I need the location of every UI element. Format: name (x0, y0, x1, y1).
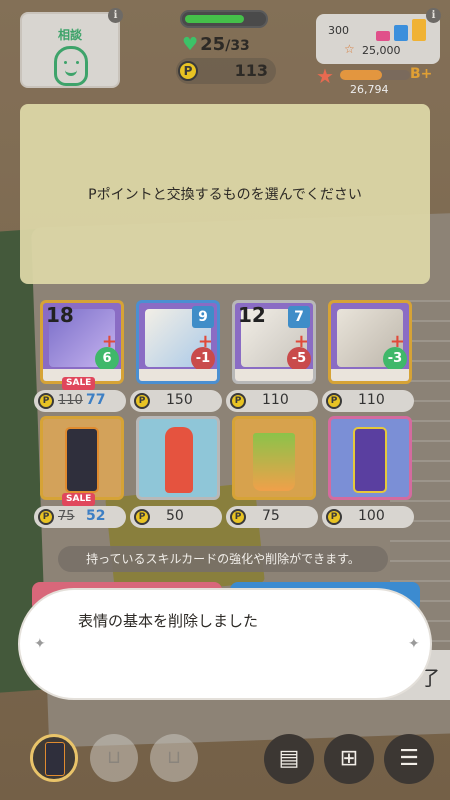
price-sale: 77 (86, 392, 106, 408)
document-button[interactable]: ▤ (264, 734, 314, 784)
p-coin-icon: P (134, 393, 150, 409)
card-gem: 7 (288, 306, 310, 328)
item-bag-button[interactable]: ⊞ (324, 734, 374, 784)
toast-message: 表情の基本を削除しました ✦ ✦ (18, 588, 432, 700)
price-row: P 50 (130, 506, 222, 528)
price: 50 (166, 508, 184, 524)
card-label: 18 (46, 303, 74, 327)
price-row: P 110 (322, 390, 414, 412)
price-old: 110 (58, 393, 83, 408)
skill-card: + -3 (328, 300, 412, 384)
skill-card: 12 7 + -5 (232, 300, 316, 384)
hint-bar: 持っているスキルカードの強化や削除ができます。 (58, 546, 388, 572)
rank-badge: B+ (410, 66, 433, 82)
price-row: P 110 77 (34, 390, 126, 412)
cup-icon: ⊔ (166, 747, 182, 768)
p-point-counter: P 113 (176, 58, 276, 84)
toast-text: 表情の基本を削除しました (78, 612, 259, 630)
skill-card: 18 + 6 (40, 300, 124, 384)
shop-item-drink-3[interactable]: P 75 (226, 416, 318, 528)
p-coin-icon: P (134, 509, 150, 525)
price: 110 (262, 392, 289, 408)
drink-item (328, 416, 412, 500)
drink-item (40, 416, 124, 500)
price: 75 (262, 508, 280, 524)
sparkle-icon: ✦ (34, 636, 46, 652)
smile-face-icon (54, 46, 88, 86)
price: 110 (358, 392, 385, 408)
shop-item-drink-2[interactable]: P 50 (130, 416, 222, 528)
stamina-max: /33 (225, 38, 250, 54)
price: 100 (358, 508, 385, 524)
bag-icon: ⊞ (339, 746, 359, 771)
shop-item-drink-1[interactable]: SALE P 75 52 (34, 416, 126, 528)
prompt-panel: Pポイントと交換するものを選んでください (20, 104, 430, 284)
drink-item (232, 416, 316, 500)
can-icon (45, 742, 65, 776)
drink-slot-3[interactable]: ⊔ (150, 734, 198, 782)
card-label: 12 (238, 303, 266, 327)
fan-count: 25,000 (362, 44, 401, 57)
card-modifier: -1 (191, 347, 215, 371)
price-row: P 110 (226, 390, 318, 412)
rank-fill (340, 70, 382, 80)
lightning-can-icon (353, 427, 387, 493)
skill-card: 9 + -1 (136, 300, 220, 384)
menu-button[interactable]: ☰ (384, 734, 434, 784)
menu-icon: ☰ (399, 746, 419, 771)
price-old: 75 (58, 509, 75, 524)
consult-label: 相談 (57, 28, 82, 42)
price: 150 (166, 392, 193, 408)
info-icon[interactable]: i (108, 8, 123, 23)
p-coin-icon: P (230, 393, 246, 409)
shop-item-card-2[interactable]: 9 + -1 P 150 (130, 300, 222, 412)
p-coin-icon: P (326, 393, 342, 409)
shop-item-card-4[interactable]: + -3 P 110 (322, 300, 414, 412)
p-coin-icon: P (38, 393, 54, 409)
p-coin-icon: P (326, 509, 342, 525)
stamina-fill (185, 15, 245, 23)
rank-bar (340, 70, 410, 80)
price-row: P 75 (226, 506, 318, 528)
p-point-value: 113 (234, 61, 268, 80)
cup-icon: ⊔ (106, 747, 122, 768)
idol-stats-box[interactable]: 300 ☆ 25,000 i (316, 8, 441, 64)
sparkle-icon: ✦ (408, 636, 420, 652)
card-modifier: -5 (287, 347, 311, 371)
document-icon: ▤ (278, 746, 300, 771)
sale-tag: SALE (62, 377, 96, 390)
price-row: P 150 (130, 390, 222, 412)
price-row: P 75 52 (34, 506, 126, 528)
card-modifier: -3 (383, 347, 407, 371)
fan-star-icon: ☆ (344, 42, 355, 56)
stats-bars-icon (376, 19, 428, 41)
price-sale: 52 (86, 508, 106, 524)
can-icon (65, 427, 99, 493)
rank-points: 26,794 (350, 83, 389, 96)
prompt-text: Pポイントと交換するものを選んでください (88, 187, 362, 203)
p-coin-icon: P (178, 61, 198, 81)
shop-item-card-1[interactable]: 18 + 6 SALE P 110 77 (34, 300, 126, 412)
heart-icon: ♥ (182, 34, 199, 55)
drink-slot-2[interactable]: ⊔ (90, 734, 138, 782)
p-coin-icon: P (38, 509, 54, 525)
bottle-icon (165, 427, 193, 493)
stamina-current: 25 (200, 34, 226, 55)
stamina-bar (180, 10, 268, 28)
rank-star-icon: ★ (316, 64, 334, 88)
sale-tag: SALE (62, 493, 96, 506)
price-row: P 100 (322, 506, 414, 528)
card-modifier: 6 (95, 347, 119, 371)
drink-slot-1[interactable] (30, 734, 78, 782)
shop-item-drink-4[interactable]: P 100 (322, 416, 414, 528)
drink-item (136, 416, 220, 500)
card-gem: 9 (192, 306, 214, 328)
consult-button[interactable]: 相談 i (20, 8, 123, 88)
info-icon[interactable]: i (426, 8, 441, 23)
p-coin-icon: P (230, 509, 246, 525)
stamina-readout: ♥ 25/33 (182, 34, 250, 55)
shop-item-card-3[interactable]: 12 7 + -5 P 110 (226, 300, 318, 412)
stats-total: 300 (328, 24, 349, 37)
glass-icon (253, 433, 295, 491)
